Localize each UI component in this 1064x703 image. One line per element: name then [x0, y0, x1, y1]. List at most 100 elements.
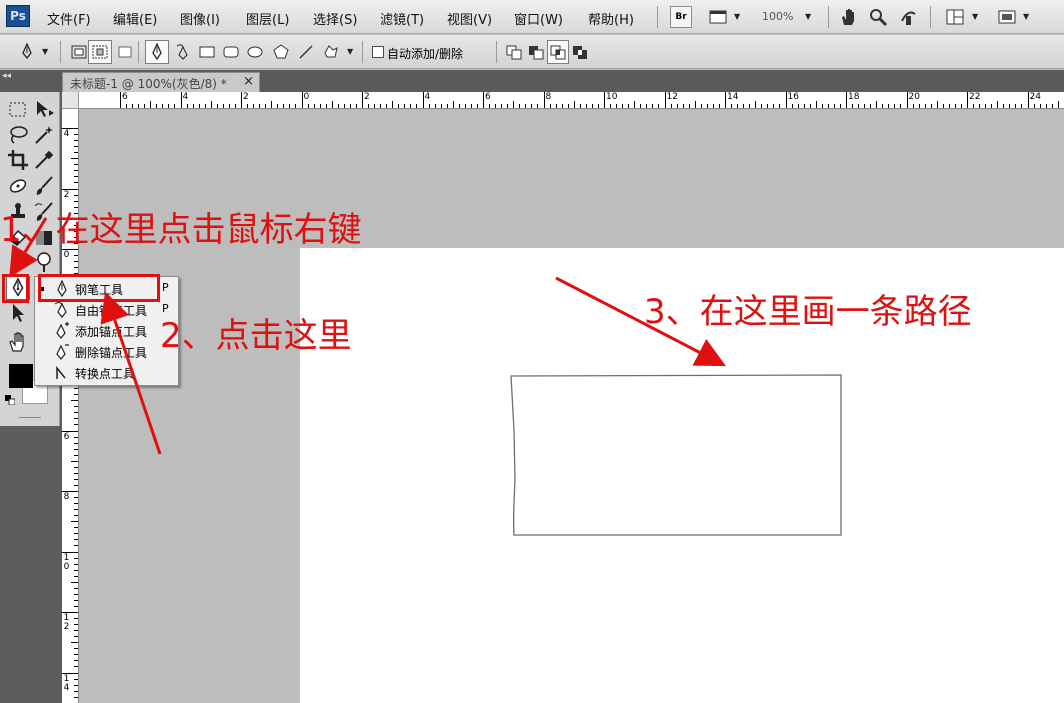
chevron-down-icon[interactable]: ▼ [972, 12, 978, 21]
paths-mode-button[interactable] [88, 40, 112, 64]
line-shape-icon[interactable] [297, 43, 315, 61]
ruler-tick [253, 104, 255, 108]
lasso-tool[interactable] [6, 123, 30, 147]
magic-wand-tool[interactable] [32, 123, 56, 147]
ruler-tick [362, 92, 363, 108]
ruler-tick [404, 104, 406, 108]
ruler-tick [591, 104, 593, 108]
auto-add-delete-label: 自动添加/删除 [387, 47, 464, 61]
ruler-tick [62, 128, 78, 129]
screen-mode-icon[interactable] [708, 7, 728, 27]
shape-layers-icon[interactable] [70, 43, 88, 61]
chevron-down-icon[interactable]: ▼ [42, 47, 48, 56]
rotate-view-icon[interactable] [898, 7, 918, 27]
hand-icon[interactable] [838, 7, 858, 27]
ruler-tick [74, 261, 78, 263]
crop-tool[interactable] [6, 148, 30, 172]
ruler-tick [307, 104, 309, 108]
menu-window[interactable]: 窗口(W) [514, 9, 563, 28]
arrange-documents-icon[interactable] [945, 7, 965, 27]
move-tool[interactable] [32, 98, 56, 122]
zoom-level[interactable]: 100% [762, 10, 793, 23]
rounded-rectangle-icon[interactable] [222, 43, 240, 61]
ruler-tick [894, 104, 896, 108]
options-separator [496, 41, 497, 63]
pen-preset-icon[interactable] [18, 43, 36, 61]
flyout-item-delete-anchor[interactable]: 删除锚点工具 [35, 342, 178, 362]
chevron-down-icon[interactable]: ▼ [805, 12, 811, 21]
ruler-tick [585, 104, 587, 108]
ruler-tick [864, 104, 866, 108]
vertical-ruler[interactable]: 4202468101214 [62, 109, 79, 703]
subtract-shape-area-icon[interactable] [527, 43, 545, 61]
menu-edit[interactable]: 编辑(E) [113, 9, 157, 28]
ruler-tick [737, 104, 739, 108]
brush-icon [36, 176, 53, 195]
fill-pixels-icon[interactable] [116, 43, 134, 61]
ruler-tick [74, 194, 78, 196]
ruler-tick [985, 104, 987, 108]
healing-brush-tool[interactable] [6, 174, 30, 198]
ruler-tick [646, 104, 648, 108]
eyedropper-tool[interactable] [32, 148, 56, 172]
horizontal-ruler[interactable]: 6 4 2 0 2 4 6 8 10 12 14 16 18 20 22 24 [79, 92, 1064, 109]
ruler-tick [126, 104, 128, 108]
dodge-tool[interactable] [32, 250, 56, 274]
rectangle-shape-icon[interactable] [198, 43, 216, 61]
menu-layer[interactable]: 图层(L) [246, 9, 289, 28]
ruler-tick [833, 104, 835, 108]
intersect-shape-button[interactable] [547, 40, 569, 64]
ruler-tick [483, 92, 484, 108]
drawn-rectangle-path[interactable] [505, 370, 850, 540]
marquee-tool[interactable] [6, 98, 30, 122]
paths-icon [92, 45, 108, 59]
blur-tool[interactable] [6, 250, 30, 274]
hand-tool[interactable] [6, 330, 30, 354]
flyout-item-convert-point[interactable]: 转换点工具 [35, 363, 178, 383]
flyout-item-freeform-pen[interactable]: 自由钢笔工具 P [35, 300, 178, 320]
ruler-tick [313, 104, 315, 108]
collapse-panel-icon[interactable]: ◂◂ [2, 71, 11, 81]
close-icon[interactable]: × [243, 74, 254, 89]
ruler-tick [162, 104, 164, 108]
chevron-down-icon[interactable]: ▼ [1023, 12, 1029, 21]
ruler-tick [74, 569, 78, 571]
menu-filter[interactable]: 滤镜(T) [380, 9, 424, 28]
ruler-tick [1027, 92, 1029, 108]
menu-help[interactable]: 帮助(H) [588, 9, 634, 28]
ruler-tick [265, 104, 267, 108]
custom-shape-icon[interactable] [322, 43, 340, 61]
ruler-tick [156, 104, 158, 108]
menu-view[interactable]: 视图(V) [447, 9, 492, 28]
brush-tool[interactable] [32, 174, 56, 198]
foreground-color-swatch[interactable] [9, 364, 33, 388]
ruler-tick [501, 104, 503, 108]
ellipse-shape-icon[interactable] [246, 43, 264, 61]
default-colors-icon[interactable] [5, 395, 15, 405]
ruler-tick [725, 92, 726, 108]
menu-image[interactable]: 图像(I) [180, 9, 220, 28]
ruler-tick [537, 104, 539, 108]
menu-file[interactable]: 文件(F) [47, 9, 91, 28]
flyout-item-add-anchor[interactable]: 添加锚点工具 [35, 321, 178, 341]
workspace-mode-icon[interactable] [997, 7, 1017, 27]
zoom-icon[interactable] [868, 7, 888, 27]
document-tab[interactable]: 未标题-1 @ 100%(灰色/8) * × [62, 72, 260, 92]
ruler-tick [74, 563, 78, 565]
path-selection-tool[interactable] [6, 301, 30, 325]
chevron-down-icon[interactable]: ▼ [734, 12, 740, 21]
ruler-tick [785, 92, 787, 108]
add-to-shape-area-icon[interactable] [505, 43, 523, 61]
ruler-label: 2 [63, 189, 70, 200]
pen-option-button[interactable] [145, 40, 169, 64]
bridge-button[interactable]: Br [670, 6, 692, 28]
menu-select[interactable]: 选择(S) [313, 9, 357, 28]
ruler-tick [531, 104, 533, 108]
polygon-shape-icon[interactable] [272, 43, 290, 61]
chevron-down-icon[interactable]: ▼ [347, 47, 353, 56]
ruler-origin[interactable] [62, 92, 79, 109]
ruler-tick [259, 104, 261, 108]
freeform-pen-icon[interactable] [174, 43, 192, 61]
auto-add-delete-checkbox[interactable] [372, 46, 384, 58]
exclude-overlap-icon[interactable] [571, 43, 589, 61]
